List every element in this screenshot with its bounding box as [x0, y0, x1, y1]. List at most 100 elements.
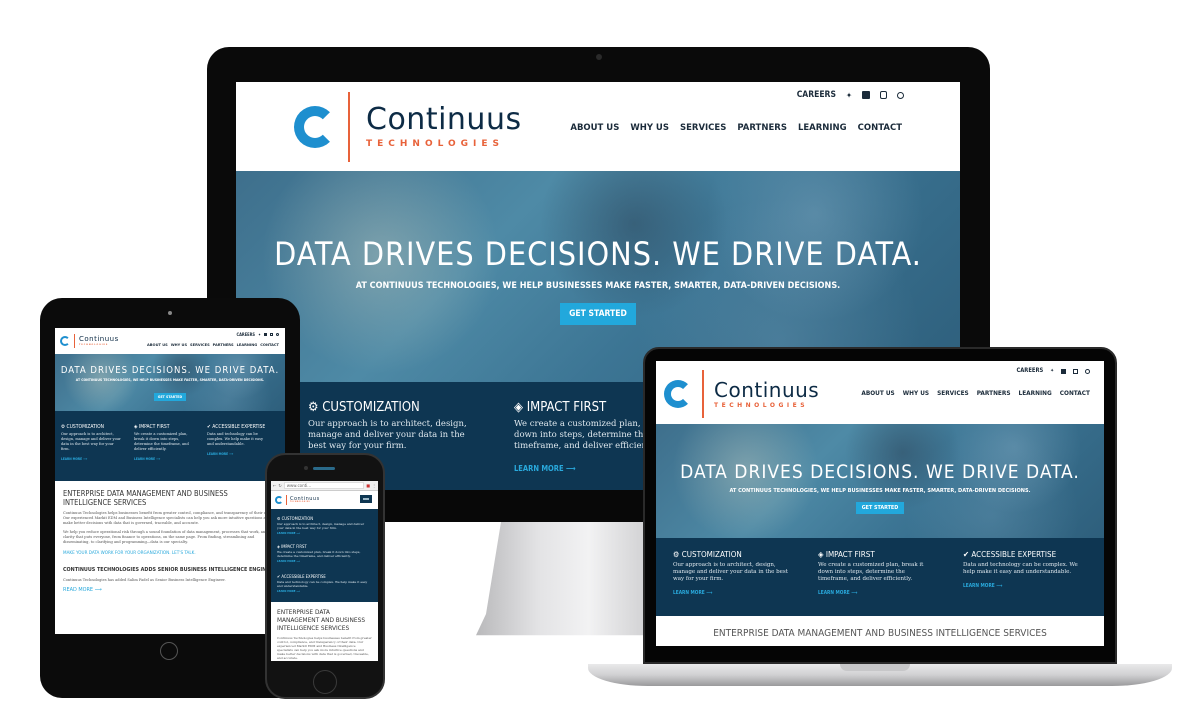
diamond-icon: ◈: [818, 550, 824, 559]
logo[interactable]: Continuus TECHNOLOGIES: [275, 494, 320, 506]
learn-more-link[interactable]: LEARN MORE ⟶: [673, 591, 791, 596]
feature-title: IMPACT FIRST: [526, 400, 607, 415]
site-header: Continuus TECHNOLOGIES CAREERS ✦ ABOUT U…: [236, 82, 960, 171]
learn-more-link[interactable]: LEARN MORE ⟶: [277, 559, 369, 563]
get-started-button[interactable]: GET STARTED: [855, 502, 905, 514]
back-icon[interactable]: ←: [273, 483, 276, 488]
address-bar[interactable]: www.conti...: [283, 482, 365, 489]
nav-about-us[interactable]: ABOUT US: [570, 123, 619, 133]
main-nav: ABOUT US WHY US SERVICES PARTNERS LEARNI…: [570, 123, 902, 133]
hamburger-menu-button[interactable]: [360, 495, 372, 503]
feature-accessible-expertise: ✔ ACCESSIBLE EXPERTISE Data and technolo…: [277, 574, 369, 593]
logo-divider: [286, 495, 287, 505]
learn-more-link[interactable]: LEARN MORE ⟶: [61, 457, 123, 461]
diamond-icon: ◈: [514, 400, 523, 415]
check-circle-icon: ✔: [963, 550, 970, 559]
nav-partners[interactable]: PARTNERS: [213, 343, 234, 347]
feature-desc: Data and technology can be complex. We h…: [207, 432, 264, 446]
get-started-button[interactable]: GET STARTED: [560, 303, 636, 325]
feature-desc: Our approach is to architect, design, ma…: [673, 562, 788, 582]
check-circle-icon: ✔: [207, 424, 211, 430]
section-paragraph: Continuus Technologies helps businesses …: [277, 636, 372, 660]
features-band: ⚙ CUSTOMIZATION Our approach is to archi…: [55, 411, 285, 481]
learn-more-link[interactable]: LEARN MORE ⟶: [818, 591, 936, 596]
logo[interactable]: Continuus TECHNOLOGIES: [60, 333, 119, 349]
hero-title: DATA DRIVES DECISIONS. WE DRIVE DATA.: [274, 235, 922, 273]
nav-about-us[interactable]: ABOUT US: [147, 343, 168, 347]
logo-mark-icon: [275, 496, 283, 504]
get-started-button[interactable]: GET STARTED: [153, 393, 187, 401]
reload-icon[interactable]: ↻: [278, 483, 281, 488]
nav-contact[interactable]: CONTACT: [260, 343, 279, 347]
feature-title: ACCESSIBLE EXPERTISE: [281, 574, 326, 579]
check-circle-icon: ✔: [277, 574, 281, 579]
nav-partners[interactable]: PARTNERS: [977, 391, 1011, 397]
extension-icon[interactable]: ■: [366, 483, 370, 488]
careers-link[interactable]: CAREERS: [797, 90, 836, 100]
utility-nav: CAREERS ✦: [797, 90, 904, 100]
nav-learning[interactable]: LEARNING: [1019, 391, 1052, 397]
nav-services[interactable]: SERVICES: [937, 391, 969, 397]
nav-why-us[interactable]: WHY US: [903, 391, 929, 397]
twitter-icon[interactable]: ✦: [846, 91, 852, 100]
linkedin-icon[interactable]: [862, 91, 870, 99]
learn-more-link[interactable]: LEARN MORE ⟶: [207, 452, 269, 456]
nav-services[interactable]: SERVICES: [680, 123, 726, 133]
site-header: Continuus TECHNOLOGIES: [271, 491, 378, 509]
section-title: ENTERPRISE DATA MANAGEMENT AND BUSINESS …: [713, 628, 1047, 639]
learn-more-link[interactable]: LEARN MORE ⟶: [134, 457, 196, 461]
nav-contact[interactable]: CONTACT: [858, 123, 902, 133]
hero-title: DATA DRIVES DECISIONS. WE DRIVE DATA.: [60, 365, 280, 376]
contact-cta-link[interactable]: MAKE YOUR DATA WORK FOR YOUR ORGANIZATIO…: [63, 551, 277, 556]
feature-desc: We create a customized plan, break it do…: [818, 562, 924, 582]
learn-more-link[interactable]: LEARN MORE ⟶: [277, 531, 369, 535]
feature-impact-first: ◈ IMPACT FIRST We create a customized pl…: [277, 544, 369, 563]
search-icon[interactable]: [897, 91, 904, 99]
feature-desc: We create a customized plan, break it do…: [277, 550, 361, 558]
linkedin-icon[interactable]: [264, 333, 267, 336]
news-title[interactable]: CONTINUUS TECHNOLOGIES ADDS SENIOR BUSIN…: [63, 566, 277, 574]
logo-mark-icon: [664, 380, 692, 408]
logo-tagline: TECHNOLOGIES: [366, 139, 505, 149]
learn-more-link[interactable]: LEARN MORE ⟶: [963, 584, 1087, 589]
nav-why-us[interactable]: WHY US: [630, 123, 669, 133]
laptop-site: Continuus TECHNOLOGIES CAREERS ✦ ABOUT U…: [656, 361, 1104, 646]
read-more-link[interactable]: READ MORE ⟶: [63, 587, 277, 593]
news-desc: Continuus Technologies has added Salim F…: [63, 578, 226, 582]
linkedin-icon[interactable]: [1061, 368, 1066, 374]
twitter-icon[interactable]: ✦: [1050, 368, 1054, 374]
phone-speaker: [313, 467, 335, 470]
careers-link[interactable]: CAREERS: [1016, 368, 1043, 374]
nav-why-us[interactable]: WHY US: [171, 343, 187, 347]
youtube-icon[interactable]: [270, 333, 273, 336]
nav-partners[interactable]: PARTNERS: [737, 123, 787, 133]
utility-nav: CAREERS ✦: [1016, 368, 1090, 374]
gears-icon: ⚙: [61, 424, 66, 430]
nav-services[interactable]: SERVICES: [190, 343, 210, 347]
feature-desc: Our approach is to architect, design, ma…: [277, 522, 365, 530]
nav-about-us[interactable]: ABOUT US: [861, 391, 894, 397]
feature-impact-first: ◈ IMPACT FIRST We create a customized pl…: [818, 550, 936, 596]
feature-desc: We create a customized plan, break it do…: [134, 432, 189, 451]
nav-learning[interactable]: LEARNING: [798, 123, 847, 133]
feature-title: CUSTOMIZATION: [322, 400, 420, 415]
feature-title: CUSTOMIZATION: [66, 424, 105, 430]
careers-link[interactable]: CAREERS: [237, 332, 255, 337]
search-icon[interactable]: [276, 333, 279, 336]
section-title: ENTERPRISE DATA MANAGEMENT AND BUSINESS …: [277, 608, 366, 632]
youtube-icon[interactable]: [1073, 368, 1078, 374]
feature-title: IMPACT FIRST: [138, 424, 170, 430]
search-icon[interactable]: [1085, 368, 1090, 374]
browser-toolbar: ← ↻ www.conti... ■ ⋮: [271, 481, 378, 491]
menu-dots-icon[interactable]: ⋮: [372, 483, 376, 488]
learn-more-link[interactable]: LEARN MORE ⟶: [277, 589, 369, 593]
youtube-icon[interactable]: [880, 91, 887, 99]
nav-learning[interactable]: LEARNING: [237, 343, 258, 347]
logo[interactable]: Continuus TECHNOLOGIES: [294, 92, 522, 162]
nav-contact[interactable]: CONTACT: [1060, 391, 1090, 397]
hero-title: DATA DRIVES DECISIONS. WE DRIVE DATA.: [680, 461, 1080, 483]
twitter-icon[interactable]: ✦: [258, 332, 261, 337]
feature-title: IMPACT FIRST: [825, 550, 875, 559]
diamond-icon: ◈: [134, 424, 138, 430]
logo[interactable]: Continuus TECHNOLOGIES: [664, 369, 819, 419]
